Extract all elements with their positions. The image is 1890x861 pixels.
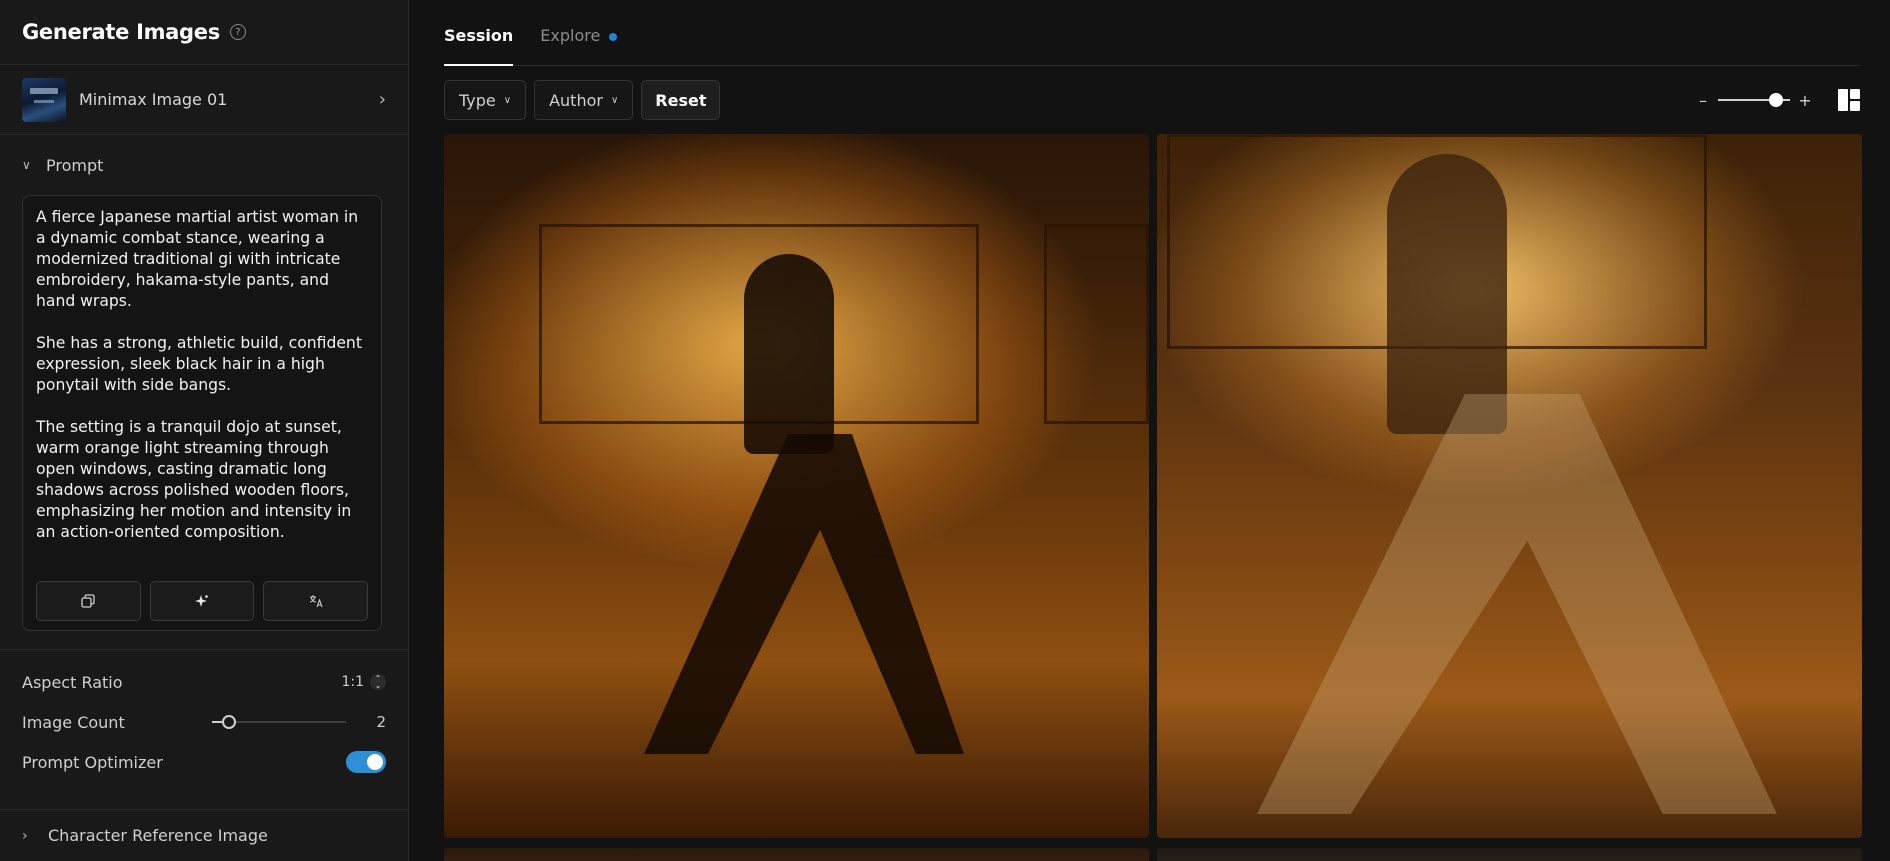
tab-session-label: Session [444,26,514,45]
generated-image[interactable] [444,848,1149,861]
aspect-ratio-row: Aspect Ratio 1:1 ⌃ ⌄ [0,662,408,702]
prompt-optimizer-row: Prompt Optimizer [0,742,408,782]
chevron-down-icon: ∨ [610,94,619,106]
prompt-optimizer-toggle[interactable] [346,751,386,773]
sparkle-icon [195,595,208,607]
image-detail [1257,394,1777,814]
copy-prompt-button[interactable] [36,581,141,621]
zoom-in-icon[interactable]: + [1798,91,1812,110]
prompt-textarea[interactable]: A fierce Japanese martial artist woman i… [23,196,381,576]
reset-button[interactable]: Reset [641,80,721,120]
translate-icon [309,595,323,608]
chevron-right-icon: › [22,827,28,844]
prompt-section-toggle[interactable]: ∨ Prompt [0,135,408,195]
prompt-actions [36,581,369,621]
sidebar-header: Generate Images ? [0,0,408,65]
image-detail [1387,154,1507,434]
notification-dot [609,32,618,41]
translate-prompt-button[interactable] [263,581,369,621]
app-root: Generate Images ? Minimax Image 01 › ∨ P… [0,0,1890,861]
generated-image[interactable] [1157,134,1862,838]
generated-image[interactable] [444,134,1149,838]
model-name: Minimax Image 01 [79,90,228,109]
character-reference-toggle[interactable]: › Character Reference Image [0,809,408,861]
chevron-right-icon: › [378,89,386,110]
tab-explore[interactable]: Explore [540,26,618,65]
aspect-ratio-label: Aspect Ratio [22,672,123,692]
model-selector[interactable]: Minimax Image 01 › [0,65,408,135]
author-filter-dropdown[interactable]: Author ∨ [534,80,634,120]
tab-session[interactable]: Session [444,26,514,66]
image-count-label: Image Count [22,712,125,732]
slider-handle[interactable] [222,715,237,729]
image-detail [744,254,834,454]
zoom-out-icon[interactable]: – [1696,91,1710,110]
filter-toolbar: Type ∨ Author ∨ Reset – + [444,80,1860,120]
image-detail [1044,224,1149,424]
image-detail [644,434,964,754]
page-title: Generate Images [22,20,220,44]
enhance-prompt-button[interactable] [149,581,255,621]
chevron-updown-icon[interactable]: ⌃ ⌄ [370,674,386,690]
image-count-value: 2 [376,713,386,731]
zoom-control: – + [1696,91,1812,110]
tab-explore-label: Explore [540,26,601,45]
chevron-down-icon: ∨ [22,158,31,172]
character-reference-label: Character Reference Image [48,826,268,845]
aspect-ratio-value[interactable]: 1:1 [341,674,364,690]
tab-bar: Session Explore [444,0,1860,66]
zoom-handle[interactable] [1768,93,1783,107]
author-filter-label: Author [549,90,603,110]
masonry-layout-icon[interactable] [1838,89,1860,111]
chevron-down-icon: ∨ [503,94,512,106]
help-icon[interactable]: ? [229,24,246,40]
image-count-slider[interactable] [212,712,346,732]
prompt-box: A fierce Japanese martial artist woman i… [22,195,382,631]
prompt-optimizer-label: Prompt Optimizer [22,752,163,772]
sidebar: Generate Images ? Minimax Image 01 › ∨ P… [0,0,409,861]
image-count-row: Image Count 2 [0,702,408,742]
copy-icon [81,594,95,608]
model-thumbnail [22,77,66,122]
zoom-slider[interactable] [1718,93,1790,107]
type-filter-label: Type [459,90,496,110]
main-panel: Session Explore Type ∨ Author ∨ Reset – … [409,0,1890,861]
prompt-label: Prompt [46,155,104,175]
generated-image[interactable] [1157,848,1862,861]
type-filter-dropdown[interactable]: Type ∨ [444,80,527,120]
toggle-knob [367,754,383,770]
